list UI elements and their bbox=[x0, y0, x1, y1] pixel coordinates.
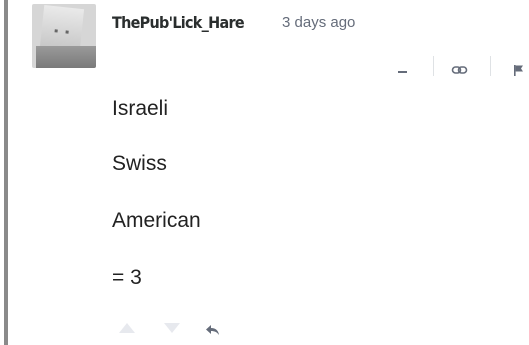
avatar-eye bbox=[65, 30, 69, 34]
comment-text-line: American bbox=[112, 209, 201, 232]
link-icon bbox=[451, 66, 468, 74]
comment-text-line: Israeli bbox=[112, 97, 169, 120]
minus-icon bbox=[398, 71, 407, 73]
avatar-face bbox=[39, 5, 85, 51]
comment-timestamp[interactable]: 3 days ago bbox=[282, 14, 355, 31]
avatar-body bbox=[36, 46, 96, 68]
comment-text-line: = 3 bbox=[112, 266, 142, 289]
downvote-button[interactable] bbox=[162, 321, 182, 335]
link-button[interactable] bbox=[451, 62, 469, 78]
comment-text-line: Swiss bbox=[112, 152, 167, 175]
reply-button[interactable] bbox=[204, 323, 222, 337]
triangle-down-icon bbox=[164, 323, 180, 333]
author-name[interactable]: ThePub'Lick_Hare bbox=[112, 13, 245, 32]
collapse-button[interactable] bbox=[396, 62, 410, 78]
avatar-eye bbox=[54, 29, 58, 33]
avatar[interactable] bbox=[32, 4, 96, 68]
thread-indent-bar bbox=[4, 0, 8, 345]
flag-icon bbox=[514, 65, 523, 76]
reply-arrow-icon bbox=[206, 325, 219, 335]
flag-button[interactable] bbox=[512, 62, 526, 78]
action-separator bbox=[433, 56, 434, 76]
triangle-up-icon bbox=[119, 323, 135, 333]
upvote-button[interactable] bbox=[117, 321, 137, 335]
action-separator bbox=[490, 56, 491, 76]
